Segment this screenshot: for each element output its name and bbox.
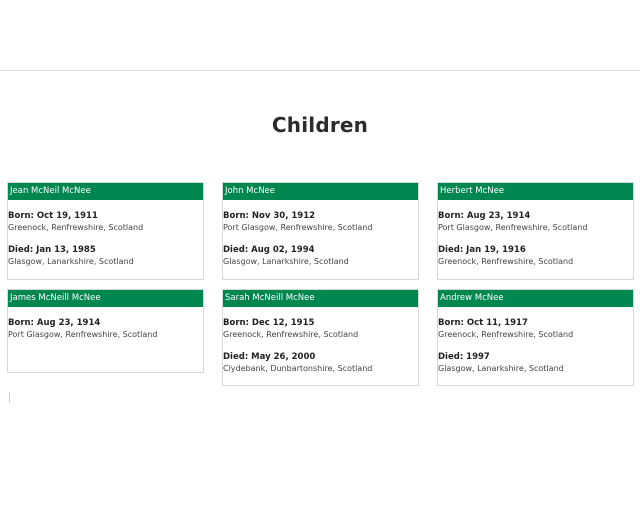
- death-date: Died: Jan 13, 1985: [8, 245, 96, 255]
- child-name-link[interactable]: Jean McNeil McNee: [8, 183, 203, 200]
- death-place: Glasgow, Lanarkshire, Scotland: [223, 257, 349, 266]
- birth-place: Port Glasgow, Renfrewshire, Scotland: [438, 223, 588, 232]
- child-card[interactable]: Sarah McNeill McNee Born: Dec 12, 1915 G…: [222, 289, 419, 386]
- birth-event: Born: Oct 11, 1917 Greenock, Renfrewshir…: [438, 317, 633, 341]
- child-name-link[interactable]: Herbert McNee: [438, 183, 633, 200]
- child-name-link[interactable]: James McNeill McNee: [8, 290, 203, 307]
- child-name-link[interactable]: Sarah McNeill McNee: [223, 290, 418, 307]
- death-place: Clydebank, Dunbartonshire, Scotland: [223, 364, 373, 373]
- birth-event: Born: Aug 23, 1914 Port Glasgow, Renfrew…: [438, 210, 633, 234]
- child-card[interactable]: Jean McNeil McNee Born: Oct 19, 1911 Gre…: [7, 182, 204, 280]
- death-date: Died: Aug 02, 1994: [223, 245, 315, 255]
- birth-event: Born: Aug 23, 1914 Port Glasgow, Renfrew…: [8, 317, 203, 341]
- death-place: Glasgow, Lanarkshire, Scotland: [438, 364, 564, 373]
- death-event: Died: 1997 Glasgow, Lanarkshire, Scotlan…: [438, 351, 633, 375]
- death-event: Died: May 26, 2000 Clydebank, Dunbartons…: [223, 351, 418, 375]
- birth-place: Greenock, Renfrewshire, Scotland: [223, 330, 359, 339]
- child-card[interactable]: Andrew McNee Born: Oct 11, 1917 Greenock…: [437, 289, 634, 386]
- birth-date: Born: Dec 12, 1915: [223, 318, 315, 328]
- death-event: Died: Jan 13, 1985 Glasgow, Lanarkshire,…: [8, 244, 203, 268]
- header-divider: [0, 70, 640, 71]
- birth-event: Born: Dec 12, 1915 Greenock, Renfrewshir…: [223, 317, 418, 341]
- text-cursor: [9, 392, 10, 403]
- child-name-link[interactable]: John McNee: [223, 183, 418, 200]
- death-event: Died: Aug 02, 1994 Glasgow, Lanarkshire,…: [223, 244, 418, 268]
- birth-date: Born: Oct 19, 1911: [8, 211, 98, 221]
- birth-place: Greenock, Renfrewshire, Scotland: [438, 330, 574, 339]
- birth-event: Born: Nov 30, 1912 Port Glasgow, Renfrew…: [223, 210, 418, 234]
- birth-place: Port Glasgow, Renfrewshire, Scotland: [223, 223, 373, 232]
- page-title: Children: [271, 113, 369, 137]
- death-event: Died: Jan 19, 1916 Greenock, Renfrewshir…: [438, 244, 633, 268]
- death-date: Died: May 26, 2000: [223, 352, 316, 362]
- birth-date: Born: Aug 23, 1914: [438, 211, 531, 221]
- child-name-link[interactable]: Andrew McNee: [438, 290, 633, 307]
- child-card[interactable]: James McNeill McNee Born: Aug 23, 1914 P…: [7, 289, 204, 373]
- birth-place: Port Glasgow, Renfrewshire, Scotland: [8, 330, 158, 339]
- death-date: Died: Jan 19, 1916: [438, 245, 526, 255]
- child-card[interactable]: Herbert McNee Born: Aug 23, 1914 Port Gl…: [437, 182, 634, 280]
- birth-date: Born: Nov 30, 1912: [223, 211, 316, 221]
- birth-place: Greenock, Renfrewshire, Scotland: [8, 223, 144, 232]
- birth-date: Born: Aug 23, 1914: [8, 318, 101, 328]
- death-date: Died: 1997: [438, 352, 490, 362]
- death-place: Greenock, Renfrewshire, Scotland: [438, 257, 574, 266]
- birth-event: Born: Oct 19, 1911 Greenock, Renfrewshir…: [8, 210, 203, 234]
- child-card[interactable]: John McNee Born: Nov 30, 1912 Port Glasg…: [222, 182, 419, 280]
- death-place: Glasgow, Lanarkshire, Scotland: [8, 257, 134, 266]
- birth-date: Born: Oct 11, 1917: [438, 318, 528, 328]
